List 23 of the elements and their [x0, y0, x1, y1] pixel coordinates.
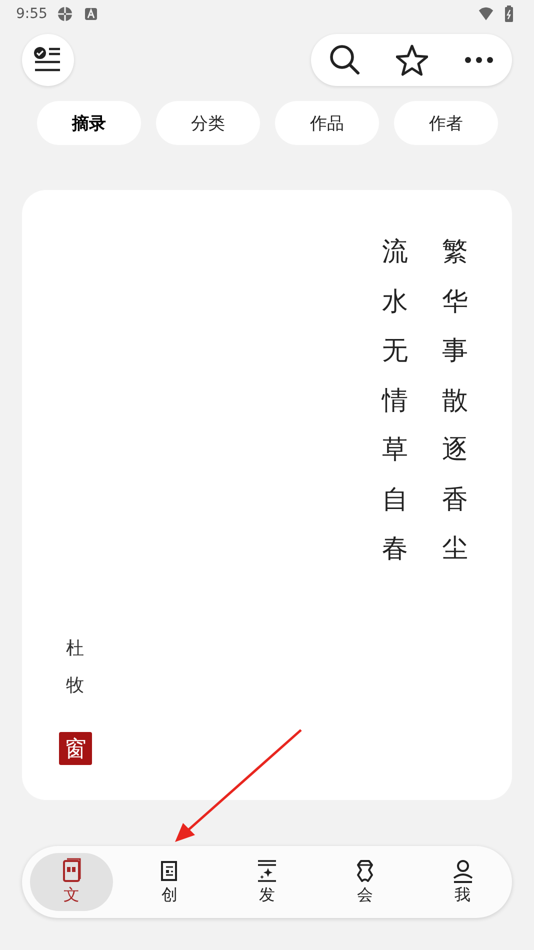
poem-line: 流水无情草自春: [382, 236, 408, 566]
category-tab[interactable]: 作品: [275, 101, 379, 145]
aperture-icon: [57, 6, 74, 22]
author-name: 杜牧: [66, 637, 84, 698]
category-tab[interactable]: 作者: [394, 101, 498, 145]
letter-a-icon: [83, 6, 100, 22]
battery-icon: [504, 5, 514, 23]
nav-tab[interactable]: 发: [226, 853, 308, 911]
checklist-icon: [33, 46, 63, 74]
nav-tab[interactable]: 文: [30, 853, 113, 911]
wifi-icon: [478, 6, 494, 22]
nav-tab[interactable]: 创: [128, 853, 211, 911]
more-icon: [464, 56, 494, 64]
category-tab[interactable]: 摘录: [37, 101, 141, 145]
search-icon: [328, 44, 360, 76]
nav-tab[interactable]: 我: [421, 853, 504, 911]
checklist-button[interactable]: [22, 34, 74, 86]
nav-tab[interactable]: 会: [323, 853, 406, 911]
category-tab[interactable]: 分类: [156, 101, 260, 145]
status-time: 9:55: [16, 6, 48, 22]
seal-stamp: 窗: [59, 732, 92, 765]
star-icon: [396, 44, 428, 76]
poem-line: 繁华事散逐香尘: [442, 236, 468, 566]
